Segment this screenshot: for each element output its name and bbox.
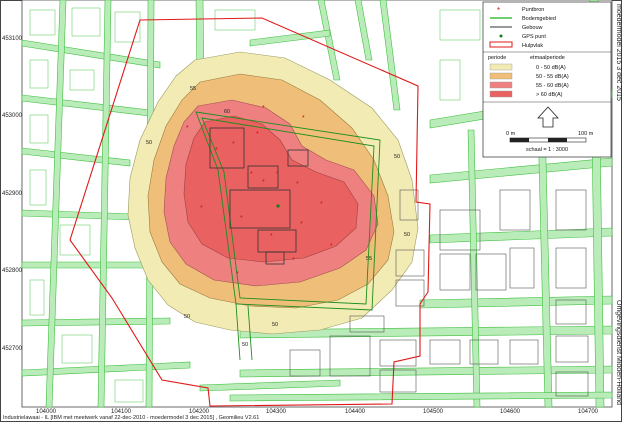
scale-bar-segment [548, 138, 567, 142]
noise-contour-map: 50 50 50 55 60 55 50 50 50 * * * * * * *… [0, 0, 622, 422]
y-tick-label: 452800 [2, 268, 23, 274]
y-tick-label: 452700 [2, 346, 23, 352]
contour-label: 50 [394, 154, 400, 160]
contour-label: 55 [366, 256, 372, 262]
legend-item-label: Hulpvlak [522, 43, 543, 49]
legend-item-label: Bodemgebied [522, 16, 556, 22]
point-source-icon: * [236, 271, 239, 278]
footer-text: Industrielawaai - IL [IBM met meetwerk v… [3, 415, 259, 421]
point-source-icon: * [240, 215, 243, 222]
x-tick-label: 104400 [345, 409, 366, 415]
scale-text: schaal = 1 : 3000 [526, 147, 568, 153]
x-tick-label: 104700 [578, 409, 599, 415]
legend-swatch [489, 81, 513, 89]
contour-label: 50 [184, 314, 190, 320]
point-source-icon: * [270, 233, 273, 240]
point-source-icon: * [250, 171, 253, 178]
legend-swatch [489, 63, 513, 71]
y-tick-label: 452900 [2, 191, 23, 197]
contour-label: 50 [242, 342, 248, 348]
contour-label: 55 [190, 86, 196, 92]
legend-class-label: > 60 dB(A) [536, 92, 563, 98]
asterisk-icon: * [497, 6, 500, 15]
legend-class-label: 0 - 50 dB(A) [536, 65, 566, 71]
x-tick-label: 104600 [500, 409, 521, 415]
point-source-icon: * [320, 201, 323, 208]
point-source-icon: * [292, 257, 295, 264]
gps-point-icon [276, 204, 280, 208]
scale-label-right: 100 m [578, 131, 594, 137]
point-source-icon: * [186, 125, 189, 132]
x-tick-label: 104500 [423, 409, 444, 415]
point-source-icon: * [276, 171, 279, 178]
point-source-icon: * [256, 131, 259, 138]
legend-item-label: GPS punt [522, 34, 546, 40]
legend-swatch [489, 72, 513, 80]
legend-item-label: Puntbron [522, 7, 544, 13]
scale-bar-segment [510, 138, 529, 142]
x-tick-label: 104300 [266, 409, 287, 415]
contour-label: 50 [146, 140, 152, 146]
legend-class-label: 55 - 60 dB(A) [536, 83, 569, 89]
contour-label: 50 [272, 322, 278, 328]
point-source-icon: * [330, 243, 333, 250]
legend-swatch [489, 90, 513, 98]
point-source-icon: * [232, 141, 235, 148]
dot-icon [499, 34, 503, 38]
point-source-icon: * [296, 181, 299, 188]
y-tick-label: 453100 [2, 36, 23, 42]
legend: * Puntbron Bodemgebied Gebouw GPS punt H… [482, 1, 612, 158]
point-source-icon: * [262, 179, 265, 186]
legend-header-etmaal: etmaalperiode [530, 55, 565, 61]
point-source-icon: * [262, 105, 265, 112]
side-title-organisation: Omgevingsdienst Midden-Holland [615, 300, 622, 405]
contour-label: 60 [224, 109, 230, 115]
legend-item-label: Gebouw [522, 25, 543, 31]
legend-class-label: 50 - 55 dB(A) [536, 74, 569, 80]
contour-label: 50 [404, 232, 410, 238]
scale-label-left: 0 m [506, 131, 516, 137]
point-source-icon: * [215, 147, 218, 154]
point-source-icon: * [300, 221, 303, 228]
side-title-model: moedermodel 2015 3 dec 2015 [615, 4, 622, 101]
point-source-icon: * [302, 115, 305, 122]
legend-header-period: periode [488, 55, 506, 61]
point-source-icon: * [200, 205, 203, 212]
y-tick-label: 453000 [2, 113, 23, 119]
